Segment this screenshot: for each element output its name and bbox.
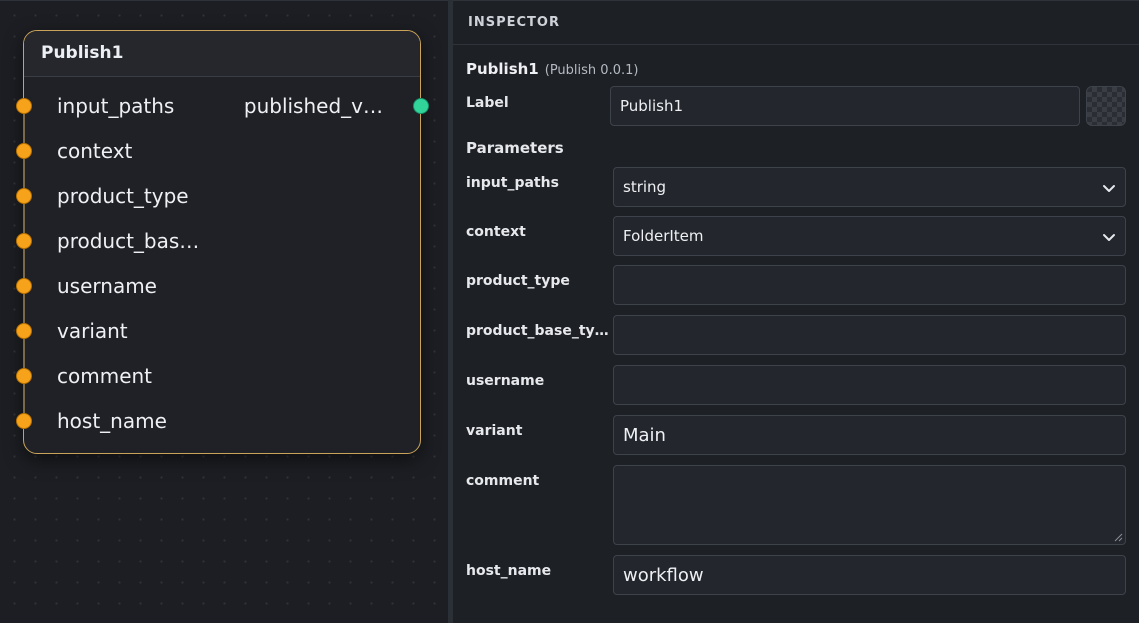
product-type-input[interactable] [613, 265, 1126, 305]
node-info: Publish1 (Publish 0.0.1) [466, 59, 638, 78]
port-label-published-version: published_v… [243, 94, 383, 118]
port-row-product-base-type: product_bas… [16, 226, 420, 256]
publish-node[interactable]: Publish1 input_paths published_v… contex… [16, 30, 429, 454]
param-label-comment: comment [466, 473, 540, 489]
chevron-down-icon [1103, 234, 1115, 241]
context-select-value: FolderItem [623, 227, 704, 245]
input-port-context[interactable] [16, 143, 32, 159]
port-label-username: username [57, 274, 157, 298]
port-label-input-paths: input_paths [57, 94, 175, 118]
port-label-comment: comment [57, 364, 153, 388]
param-label-input-paths: input_paths [466, 175, 559, 191]
variant-input[interactable]: Main [613, 415, 1126, 455]
param-label-product-base-type: product_base_ty… [466, 323, 609, 339]
label-input[interactable]: Publish1 [610, 86, 1080, 126]
node-graph-canvas[interactable]: Publish1 input_paths published_v… contex… [0, 0, 448, 623]
input-paths-select-value: string [623, 178, 667, 196]
label-field-label: Label [466, 95, 509, 111]
parameters-title: Parameters [466, 139, 564, 157]
app-root: Publish1 input_paths published_v… contex… [0, 0, 1139, 623]
output-port-published-version[interactable] [413, 98, 429, 114]
context-select[interactable]: FolderItem [613, 216, 1126, 256]
port-label-product-type: product_type [57, 184, 189, 208]
inspector-panel: INSPECTOR Publish1 (Publish 0.0.1) Label … [453, 0, 1139, 623]
node-version: (Publish 0.0.1) [544, 63, 639, 78]
username-input[interactable] [613, 365, 1126, 405]
param-label-username: username [466, 373, 545, 389]
node-name: Publish1 [466, 60, 539, 78]
inspector-header: INSPECTOR [453, 1, 1139, 45]
port-row-variant: variant [16, 316, 420, 346]
host-name-input[interactable]: workflow [613, 555, 1126, 595]
node-header[interactable]: Publish1 [24, 31, 420, 77]
port-row-input-paths: input_paths published_v… [16, 91, 429, 121]
comment-textarea[interactable] [613, 465, 1126, 545]
port-row-username: username [16, 271, 420, 301]
port-label-product-base-type: product_bas… [57, 229, 200, 253]
port-label-context: context [57, 139, 133, 163]
port-row-product-type: product_type [16, 181, 420, 211]
node-title: Publish1 [41, 43, 124, 63]
port-label-variant: variant [57, 319, 128, 343]
input-port-input-paths[interactable] [16, 98, 32, 114]
param-label-context: context [466, 224, 526, 240]
param-label-variant: variant [466, 423, 523, 439]
input-paths-select[interactable]: string [613, 167, 1126, 207]
port-row-context: context [16, 136, 420, 166]
port-row-comment: comment [16, 361, 420, 391]
product-base-type-input[interactable] [613, 315, 1126, 355]
input-port-username[interactable] [16, 278, 32, 294]
resize-grip-icon[interactable] [1113, 532, 1123, 542]
input-port-product-base-type[interactable] [16, 233, 32, 249]
input-port-comment[interactable] [16, 368, 32, 384]
input-port-product-type[interactable] [16, 188, 32, 204]
port-label-host-name: host_name [57, 409, 167, 433]
port-row-host-name: host_name [16, 406, 420, 436]
param-label-product-type: product_type [466, 273, 570, 289]
input-port-host-name[interactable] [16, 413, 32, 429]
chevron-down-icon [1103, 185, 1115, 192]
param-label-host-name: host_name [466, 563, 552, 579]
color-picker-swatch[interactable] [1086, 86, 1126, 126]
input-port-variant[interactable] [16, 323, 32, 339]
